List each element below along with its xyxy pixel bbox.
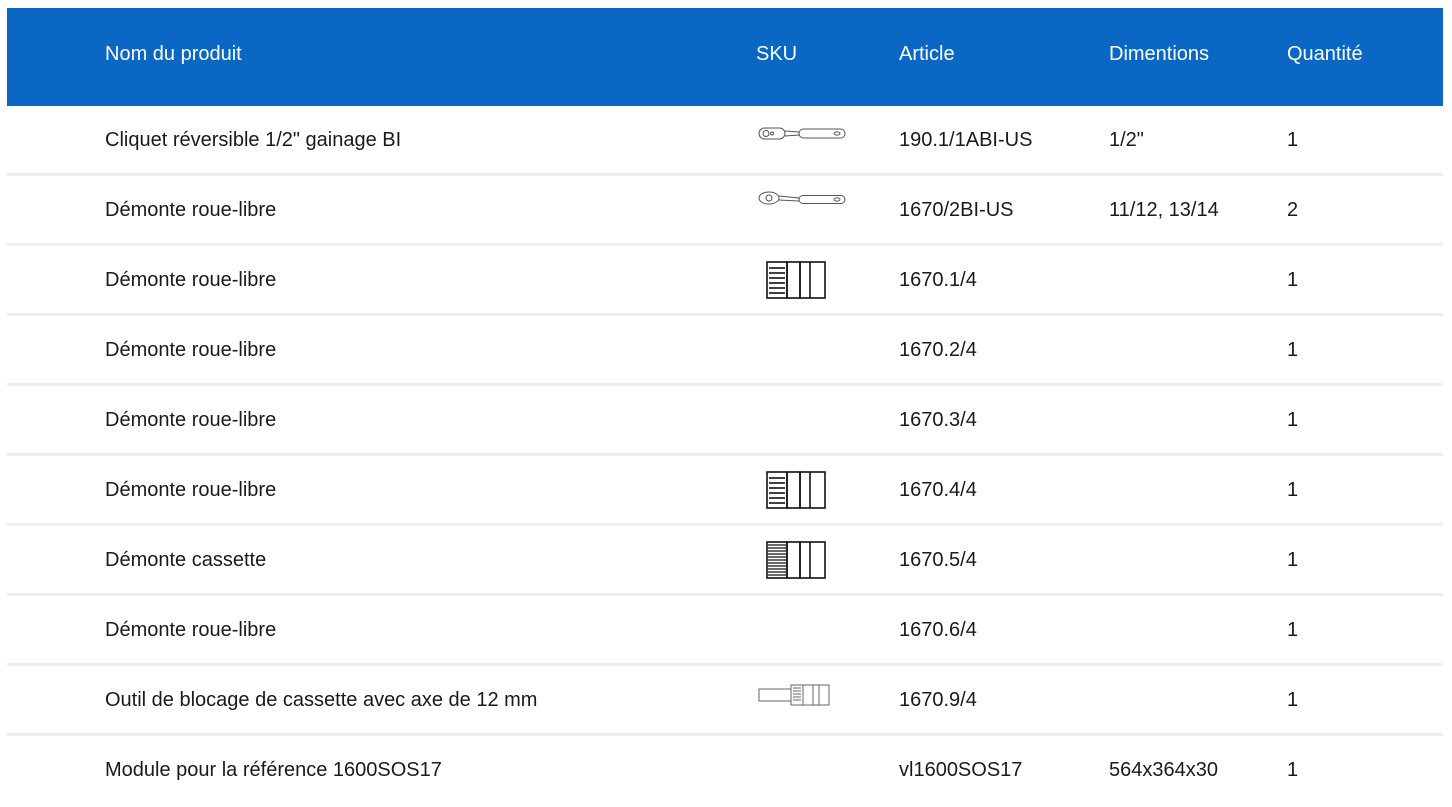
ratchet-icon xyxy=(747,116,847,156)
quantity: 1 xyxy=(1287,549,1299,571)
dimensions: 1/2" xyxy=(1109,129,1144,151)
article-number: 1670.3/4 xyxy=(899,409,977,431)
cassette-lock-tool-icon xyxy=(747,676,847,716)
header-dimensions: Dimentions xyxy=(1109,43,1210,65)
article-number: 1670/2BI-US xyxy=(899,199,1014,221)
table-header: Nom du produit SKU Article Dimentions Qu… xyxy=(7,8,1443,106)
header-quantity: Quantité xyxy=(1287,43,1363,65)
product-name: Démonte cassette xyxy=(105,549,267,571)
quantity: 1 xyxy=(1287,409,1299,431)
table-row: Cliquet réversible 1/2" gainage BI 190.1… xyxy=(7,106,1443,176)
article-number: 1670.6/4 xyxy=(899,619,977,641)
product-name: Démonte roue-libre xyxy=(105,339,277,361)
product-name: Démonte roue-libre xyxy=(105,619,277,641)
product-table: Nom du produit SKU Article Dimentions Qu… xyxy=(7,8,1443,806)
product-name: Module pour la référence 1600SOS17 xyxy=(105,759,442,781)
quantity: 1 xyxy=(1287,759,1299,781)
header-article: Article xyxy=(899,43,955,65)
cassette-socket-icon xyxy=(747,540,847,580)
freewheel-socket-icon xyxy=(747,470,847,510)
article-number: 190.1/1ABI-US xyxy=(899,129,1033,151)
ratchet-handle-icon xyxy=(747,186,847,226)
article-number: 1670.1/4 xyxy=(899,269,977,291)
article-number: 1670.5/4 xyxy=(899,549,977,571)
table-row: Démonte roue-libre 1670.4/4 1 xyxy=(7,456,1443,526)
table-row: Démonte roue-libre 1670.2/4 1 xyxy=(7,316,1443,386)
product-name: Outil de blocage de cassette avec axe de… xyxy=(105,689,538,711)
header-sku: SKU xyxy=(756,43,798,65)
product-name: Démonte roue-libre xyxy=(105,269,277,291)
product-name: Démonte roue-libre xyxy=(105,199,277,221)
freewheel-socket-icon xyxy=(747,260,847,300)
table-row: Démonte roue-libre 1670.3/4 1 xyxy=(7,386,1443,456)
article-number: vl1600SOS17 xyxy=(899,759,1023,781)
header-name: Nom du produit xyxy=(105,43,242,65)
quantity: 1 xyxy=(1287,269,1299,291)
article-number: 1670.4/4 xyxy=(899,479,977,501)
product-name: Cliquet réversible 1/2" gainage BI xyxy=(105,129,402,151)
quantity: 1 xyxy=(1287,619,1299,641)
table-row: Démonte cassette 1670.5/4 1 xyxy=(7,526,1443,596)
article-number: 1670.2/4 xyxy=(899,339,977,361)
table-row: Module pour la référence 1600SOS17 vl160… xyxy=(7,736,1443,806)
dimensions: 564x364x30 xyxy=(1109,759,1218,781)
quantity: 1 xyxy=(1287,129,1299,151)
table-row: Démonte roue-libre 1670.6/4 1 xyxy=(7,596,1443,666)
quantity: 1 xyxy=(1287,339,1299,361)
quantity: 2 xyxy=(1287,199,1299,221)
product-name: Démonte roue-libre xyxy=(105,409,277,431)
dimensions: 11/12, 13/14 xyxy=(1109,199,1219,221)
table-row: Démonte roue-libre 1670/2BI-US 11/12, 13… xyxy=(7,176,1443,246)
quantity: 1 xyxy=(1287,479,1299,501)
product-name: Démonte roue-libre xyxy=(105,479,277,501)
quantity: 1 xyxy=(1287,689,1299,711)
table-row: Démonte roue-libre 1670.1/4 1 xyxy=(7,246,1443,316)
article-number: 1670.9/4 xyxy=(899,689,977,711)
table-row: Outil de blocage de cassette avec axe de… xyxy=(7,666,1443,736)
